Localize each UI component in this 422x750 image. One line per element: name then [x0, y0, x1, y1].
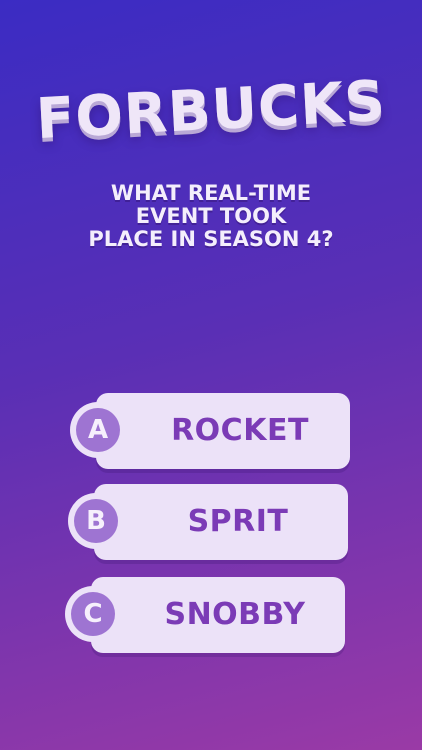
quiz-screen: FORBUCKS WHAT REAL-TIME EVENT TOOK PLACE… — [0, 0, 422, 750]
answer-label: SPRIT — [187, 504, 289, 539]
answer-label: SNOBBY — [164, 597, 306, 632]
question-text: WHAT REAL-TIME EVENT TOOK PLACE IN SEASO… — [40, 182, 382, 251]
answer-label: ROCKET — [171, 413, 309, 448]
answer-letter-badge[interactable]: A — [70, 402, 126, 458]
question-line: EVENT TOOK — [135, 204, 287, 228]
app-title: FORBUCKS — [34, 68, 388, 153]
answer-b-button[interactable]: B SPRIT — [68, 484, 348, 560]
answer-letter: C — [71, 592, 115, 636]
question-line: WHAT REAL-TIME — [110, 181, 312, 205]
answer-letter: A — [76, 408, 120, 452]
answer-c-button[interactable]: C SNOBBY — [65, 577, 345, 653]
answer-a-button[interactable]: A ROCKET — [70, 393, 350, 469]
question-line: PLACE IN SEASON 4? — [88, 227, 334, 251]
answer-letter-badge[interactable]: B — [68, 493, 124, 549]
answer-letter-badge[interactable]: C — [65, 586, 121, 642]
answer-letter: B — [74, 499, 118, 543]
